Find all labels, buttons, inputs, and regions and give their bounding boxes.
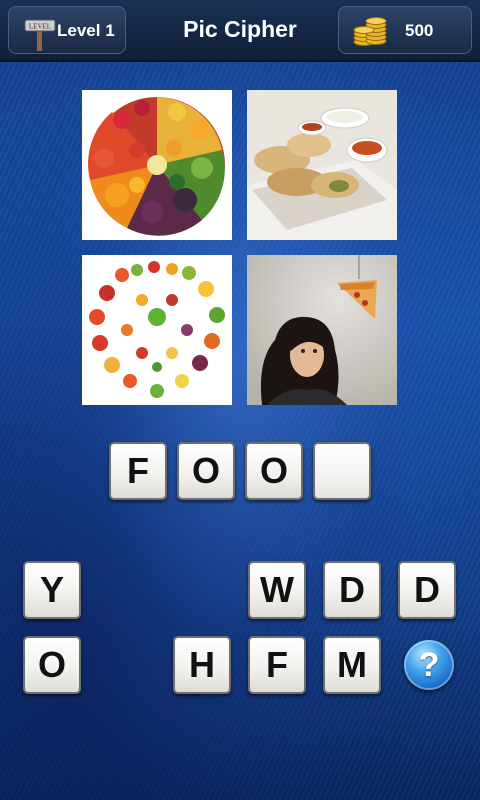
letter-tile[interactable]: Y — [23, 561, 81, 619]
picture-vegetable-heart[interactable] — [82, 255, 232, 405]
hint-button[interactable]: ? — [404, 640, 454, 690]
letter-tile[interactable]: M — [323, 636, 381, 694]
picture-pastries-with-dips[interactable] — [247, 90, 397, 240]
coins-icon — [353, 17, 387, 46]
letter-tile[interactable]: W — [248, 561, 306, 619]
woman-pizza-image — [247, 255, 397, 405]
answer-slot-2[interactable]: O — [177, 442, 235, 500]
top-bar: LEVEL Level 1 Pic Cipher 500 — [0, 0, 480, 62]
pastries-image — [247, 90, 397, 240]
answer-slot-1[interactable]: F — [109, 442, 167, 500]
fruit-circle-image — [82, 90, 232, 240]
letter-tile[interactable]: F — [248, 636, 306, 694]
answer-slot-4[interactable] — [313, 442, 371, 500]
picture-fruit-circle[interactable] — [82, 90, 232, 240]
letter-tile[interactable]: O — [23, 636, 81, 694]
answer-slot-3[interactable]: O — [245, 442, 303, 500]
coin-count: 500 — [405, 21, 434, 40]
letter-tile[interactable]: D — [398, 561, 456, 619]
vegetable-heart-image — [82, 255, 232, 405]
letter-tile[interactable]: H — [173, 636, 231, 694]
coin-counter[interactable]: 500 — [338, 6, 472, 54]
picture-woman-pizza-slice[interactable] — [247, 255, 397, 405]
letter-tile[interactable]: D — [323, 561, 381, 619]
